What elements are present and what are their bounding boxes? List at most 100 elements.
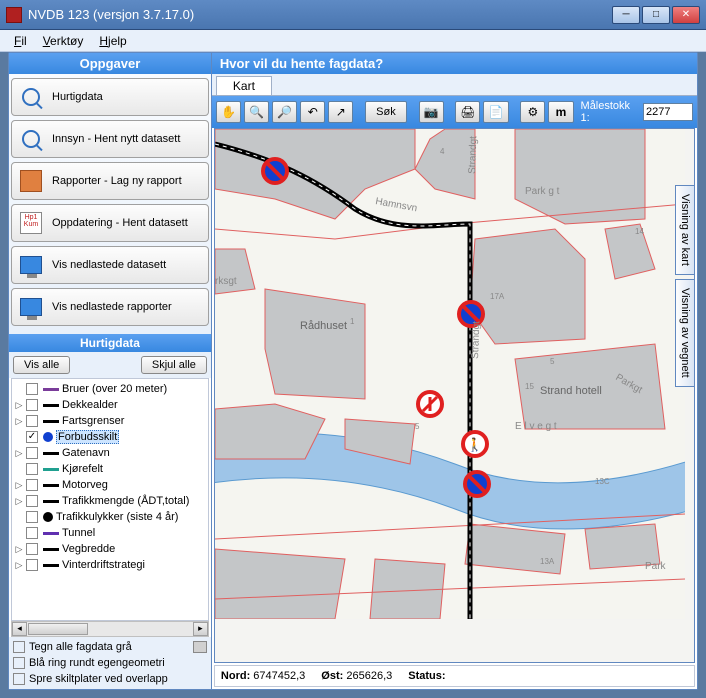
task-hurtigdata[interactable]: Hurtigdata xyxy=(11,78,209,116)
layer-checkbox[interactable] xyxy=(26,383,38,395)
svg-text:13C: 13C xyxy=(595,477,610,486)
layer-checkbox[interactable] xyxy=(26,399,38,411)
close-button[interactable]: ✕ xyxy=(672,6,700,24)
task-vis-datasett[interactable]: Vis nedlastede datasett xyxy=(11,246,209,284)
horizontal-scrollbar[interactable]: ◂ ▸ xyxy=(11,621,209,637)
layer-checkbox[interactable] xyxy=(26,511,38,523)
vis-alle-button[interactable]: Vis alle xyxy=(13,356,70,374)
options-panel: Tegn alle fagdata grå Blå ring rundt ege… xyxy=(9,637,211,689)
tree-row[interactable]: ▷ Fartsgrenser xyxy=(14,413,206,429)
pan-tool-button[interactable]: ✋ xyxy=(216,101,241,123)
layer-symbol-icon xyxy=(43,452,59,455)
maximize-button[interactable]: □ xyxy=(642,6,670,24)
checkbox-ring[interactable] xyxy=(13,657,25,669)
svg-text:E l v e g t: E l v e g t xyxy=(515,421,557,432)
tree-row[interactable]: Tunnel xyxy=(14,525,206,541)
task-innsyn[interactable]: Innsyn - Hent nytt datasett xyxy=(11,120,209,158)
tab-strip: Kart xyxy=(212,74,697,96)
layer-symbol-icon xyxy=(43,432,53,442)
layer-symbol-icon xyxy=(43,564,59,567)
menu-help[interactable]: Hjelp xyxy=(91,32,134,50)
layer-label: Vinterdriftstrategi xyxy=(62,559,145,571)
expand-icon[interactable]: ▷ xyxy=(14,400,24,411)
minimize-button[interactable]: ─ xyxy=(612,6,640,24)
zoom-out-button[interactable]: 🔎 xyxy=(272,101,297,123)
layer-label: Kjørefelt xyxy=(62,463,103,475)
svg-text:5: 5 xyxy=(415,422,420,431)
layer-checkbox[interactable] xyxy=(26,463,38,475)
search-button[interactable]: Søk xyxy=(365,101,407,123)
layer-label: Trafikkmengde (ÅDT,total) xyxy=(62,495,189,507)
checkbox-gray[interactable] xyxy=(13,641,25,653)
expand-icon[interactable]: ▷ xyxy=(14,544,24,555)
side-tab-vegnett[interactable]: Visning av vegnett xyxy=(675,279,695,387)
status-label: Status: xyxy=(408,670,445,682)
task-oppdatering[interactable]: Hp1Kum Oppdatering - Hent datasett xyxy=(11,204,209,242)
tree-row[interactable]: ▷Motorveg xyxy=(14,477,206,493)
monitor-icon xyxy=(18,294,44,320)
task-label: Oppdatering - Hent datasett xyxy=(52,217,188,229)
tree-row[interactable]: ▷Dekkealder xyxy=(14,397,206,413)
layer-checkbox[interactable] xyxy=(26,415,38,427)
checkbox-spre[interactable] xyxy=(13,673,25,685)
camera-button[interactable]: 📷 xyxy=(419,101,444,123)
tab-kart[interactable]: Kart xyxy=(216,76,272,95)
tree-row[interactable]: ✓Forbudsskilt xyxy=(14,429,206,445)
map-canvas[interactable]: 🚶 Rådhuset Strand hotell Strandgt Strand… xyxy=(214,128,695,663)
tree-row[interactable]: ▷Vegbredde xyxy=(14,541,206,557)
skjul-alle-button[interactable]: Skjul alle xyxy=(141,356,207,374)
copy-button[interactable]: 📄 xyxy=(483,101,508,123)
zoom-prev-button[interactable]: ↶ xyxy=(300,101,325,123)
layer-checkbox[interactable] xyxy=(26,543,38,555)
menu-file[interactable]: Fil xyxy=(6,32,35,50)
menubar: Fil Verktøy Hjelp xyxy=(0,30,706,52)
expand-icon[interactable]: ▷ xyxy=(14,560,24,571)
side-tab-kart[interactable]: Visning av kart xyxy=(675,185,695,275)
tree-row[interactable]: Trafikkulykker (siste 4 år) xyxy=(14,509,206,525)
layer-label: Trafikkulykker (siste 4 år) xyxy=(56,511,178,523)
svg-text:15: 15 xyxy=(525,382,534,391)
layer-checkbox[interactable] xyxy=(26,527,38,539)
svg-text:13A: 13A xyxy=(540,557,555,566)
tree-row[interactable]: ▷ Trafikkmengde (ÅDT,total) xyxy=(14,493,206,509)
expand-icon[interactable]: ▷ xyxy=(14,480,24,491)
point-tool-button[interactable]: ↗ xyxy=(328,101,353,123)
layer-checkbox[interactable]: ✓ xyxy=(26,431,38,443)
task-label: Hurtigdata xyxy=(52,91,103,103)
layer-tree[interactable]: Bruer (over 20 meter)▷Dekkealder▷Fartsgr… xyxy=(11,378,209,621)
tree-row[interactable]: Bruer (over 20 meter) xyxy=(14,381,206,397)
svg-text:Strand hotell: Strand hotell xyxy=(540,385,602,397)
svg-text:Strandgt: Strandgt xyxy=(467,136,479,174)
svg-text:17A: 17A xyxy=(490,292,505,301)
opt-label: Blå ring rundt egengeometri xyxy=(29,657,165,669)
menu-tools[interactable]: Verktøy xyxy=(35,32,92,50)
layer-checkbox[interactable] xyxy=(26,479,38,491)
app-window: NVDB 123 (versjon 3.7.17.0) ─ □ ✕ Fil Ve… xyxy=(0,0,706,698)
tree-row[interactable]: ▷Gatenavn xyxy=(14,445,206,461)
expand-icon[interactable]: ▷ xyxy=(14,416,24,427)
report-icon xyxy=(18,168,44,194)
scale-input[interactable] xyxy=(643,103,693,121)
zoom-in-button[interactable]: 🔍 xyxy=(244,101,269,123)
status-bar: Nord: 6747452,3 Øst: 265626,3 Status: xyxy=(214,665,695,687)
task-vis-rapporter[interactable]: Vis nedlastede rapporter xyxy=(11,288,209,326)
scale-label: Målestokk 1: xyxy=(581,100,640,124)
layer-checkbox[interactable] xyxy=(26,447,38,459)
layer-checkbox[interactable] xyxy=(26,495,38,507)
task-rapporter[interactable]: Rapporter - Lag ny rapport xyxy=(11,162,209,200)
svg-text:🚶: 🚶 xyxy=(467,437,483,452)
print-button[interactable]: 🖨 xyxy=(455,101,480,123)
info-button[interactable]: m xyxy=(548,101,573,123)
layer-label: Fartsgrenser xyxy=(62,415,124,427)
layer-checkbox[interactable] xyxy=(26,559,38,571)
expand-icon[interactable]: ▷ xyxy=(14,496,24,507)
palette-icon[interactable] xyxy=(193,641,207,653)
layer-symbol-icon xyxy=(43,500,59,503)
tree-row[interactable]: ▷ Vinterdriftstrategi xyxy=(14,557,206,573)
svg-text:Park: Park xyxy=(645,561,667,572)
expand-icon[interactable]: ▷ xyxy=(14,448,24,459)
magnifier-icon xyxy=(18,84,44,110)
tools-button[interactable]: ⚙ xyxy=(520,101,545,123)
tree-row[interactable]: Kjørefelt xyxy=(14,461,206,477)
layer-label: Tunnel xyxy=(62,527,95,539)
